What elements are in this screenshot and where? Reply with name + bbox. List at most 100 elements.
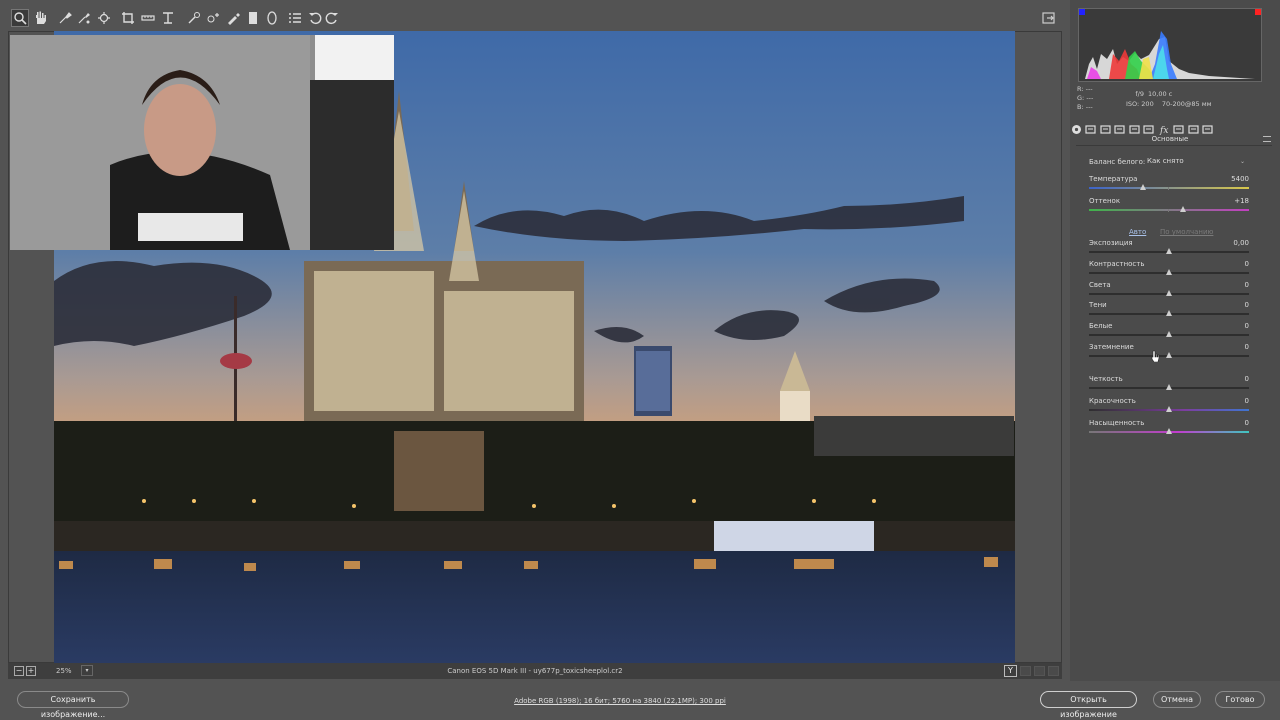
white-balance-label: Баланс белого: bbox=[1089, 158, 1146, 166]
tone-curve-tab-icon[interactable] bbox=[1085, 120, 1096, 134]
shadow-clip-icon bbox=[1079, 9, 1085, 15]
presets-list-icon[interactable] bbox=[287, 10, 303, 26]
tint-value[interactable]: +18 bbox=[1209, 197, 1249, 205]
saturation-label: Насыщенность bbox=[1089, 419, 1145, 427]
temperature-value[interactable]: 5400 bbox=[1209, 175, 1249, 183]
graduated-filter-icon[interactable] bbox=[245, 10, 261, 26]
zoom-icon[interactable] bbox=[11, 9, 29, 27]
highlight-clip-icon bbox=[1255, 9, 1261, 15]
cancel-button[interactable]: Отмена bbox=[1153, 691, 1201, 708]
rotate-ccw-icon[interactable] bbox=[307, 10, 323, 26]
open-image-button[interactable]: Открыть изображение bbox=[1040, 691, 1137, 719]
exposure-thumb[interactable] bbox=[1166, 248, 1172, 254]
saturation-slider[interactable]: Насыщенность 0 bbox=[1089, 419, 1249, 437]
shadows-value[interactable]: 0 bbox=[1209, 301, 1249, 309]
whites-label: Белые bbox=[1089, 322, 1113, 330]
vibrance-value[interactable]: 0 bbox=[1209, 397, 1249, 405]
hand-cursor-icon bbox=[1150, 347, 1160, 363]
camera-raw-window: − + 25% ▾ Canon EOS 5D Mark III - uy677p… bbox=[0, 0, 1280, 720]
panel-menu-icon[interactable] bbox=[1263, 136, 1271, 142]
temperature-slider[interactable]: Температура 5400 bbox=[1089, 175, 1249, 193]
highlights-value[interactable]: 0 bbox=[1209, 281, 1249, 289]
whites-thumb[interactable] bbox=[1166, 331, 1172, 337]
spot-removal-icon[interactable] bbox=[186, 10, 202, 26]
divider bbox=[1076, 145, 1272, 146]
camera-info: f/9 10,00 с ISO: 200 70-200@85 мм bbox=[1126, 90, 1212, 108]
toggle-fullscreen-icon[interactable] bbox=[1042, 10, 1058, 26]
basic-tab-icon[interactable] bbox=[1071, 120, 1082, 134]
blacks-slider[interactable]: Затемнение 0 bbox=[1089, 343, 1249, 361]
default-link[interactable]: По умолчанию bbox=[1160, 228, 1213, 236]
tint-thumb[interactable] bbox=[1180, 206, 1187, 212]
temperature-track[interactable] bbox=[1089, 187, 1249, 189]
before-after-swap-icon[interactable] bbox=[1020, 666, 1031, 676]
split-toning-tab-icon[interactable] bbox=[1129, 120, 1140, 134]
white-balance-icon[interactable] bbox=[57, 10, 73, 26]
chevron-down-icon: ⌄ bbox=[1239, 158, 1245, 165]
white-balance-select[interactable]: Как снято ⌄ bbox=[1144, 156, 1248, 167]
webcam-overlay bbox=[10, 35, 394, 250]
tint-center-tick bbox=[1168, 209, 1169, 212]
svg-text:fx: fx bbox=[1159, 126, 1168, 135]
rotate-cw-icon[interactable] bbox=[324, 10, 340, 26]
detail-tab-icon[interactable] bbox=[1100, 120, 1111, 134]
done-button[interactable]: Готово bbox=[1215, 691, 1265, 708]
saturation-value[interactable]: 0 bbox=[1209, 419, 1249, 427]
saturation-thumb[interactable] bbox=[1166, 428, 1172, 434]
contrast-value[interactable]: 0 bbox=[1209, 260, 1249, 268]
adjustments-panel: R: --- G: --- B: --- f/9 10,00 с ISO: 200… bbox=[1070, 0, 1280, 681]
before-after-toggle-button[interactable]: Y bbox=[1004, 665, 1017, 677]
camera-calibration-tab-icon[interactable] bbox=[1173, 120, 1184, 134]
temperature-thumb[interactable] bbox=[1140, 184, 1147, 190]
color-sampler-icon[interactable] bbox=[76, 10, 92, 26]
adjustment-brush-icon[interactable] bbox=[225, 10, 241, 26]
highlights-thumb[interactable] bbox=[1166, 290, 1172, 296]
tint-slider[interactable]: Оттенок +18 bbox=[1089, 197, 1249, 215]
hsl-tab-icon[interactable] bbox=[1114, 120, 1125, 134]
presets-tab-icon[interactable] bbox=[1188, 120, 1199, 134]
toggle-default-icon[interactable] bbox=[1048, 666, 1059, 676]
exposure-slider[interactable]: Экспозиция 0,00 bbox=[1089, 239, 1249, 257]
blacks-value[interactable]: 0 bbox=[1209, 343, 1249, 351]
shadows-slider[interactable]: Тени 0 bbox=[1089, 301, 1249, 319]
whites-slider[interactable]: Белые 0 bbox=[1089, 322, 1249, 340]
bottom-bar: Сохранить изображение... Adobe RGB (1998… bbox=[0, 681, 1280, 720]
canvas-status-bar: − + 25% ▾ Canon EOS 5D Mark III - uy677p… bbox=[8, 663, 1062, 679]
targeted-adjust-icon[interactable] bbox=[96, 10, 112, 26]
blacks-thumb[interactable] bbox=[1166, 352, 1172, 358]
shadows-thumb[interactable] bbox=[1166, 310, 1172, 316]
lens-tab-icon[interactable] bbox=[1143, 120, 1154, 134]
straighten-icon[interactable] bbox=[140, 10, 156, 26]
histogram bbox=[1078, 8, 1262, 82]
temperature-center-tick bbox=[1168, 187, 1169, 190]
exposure-value[interactable]: 0,00 bbox=[1209, 239, 1249, 247]
section-title: Основные bbox=[1151, 135, 1189, 143]
highlights-slider[interactable]: Света 0 bbox=[1089, 281, 1249, 299]
auto-link[interactable]: Авто bbox=[1129, 228, 1146, 236]
exposure-label: Экспозиция bbox=[1089, 239, 1133, 247]
clarity-slider[interactable]: Четкость 0 bbox=[1089, 375, 1249, 393]
copy-settings-icon[interactable] bbox=[1034, 666, 1045, 676]
vibrance-thumb[interactable] bbox=[1166, 406, 1172, 412]
radial-filter-icon[interactable] bbox=[264, 10, 280, 26]
clarity-thumb[interactable] bbox=[1166, 384, 1172, 390]
contrast-thumb[interactable] bbox=[1166, 269, 1172, 275]
vibrance-label: Красочность bbox=[1089, 397, 1136, 405]
effects-tab-icon[interactable]: fx bbox=[1159, 120, 1170, 136]
vibrance-slider[interactable]: Красочность 0 bbox=[1089, 397, 1249, 415]
whites-value[interactable]: 0 bbox=[1209, 322, 1249, 330]
contrast-slider[interactable]: Контрастность 0 bbox=[1089, 260, 1249, 278]
rgb-readout: R: --- G: --- B: --- bbox=[1077, 85, 1094, 111]
crop-icon[interactable] bbox=[120, 10, 136, 26]
blacks-label: Затемнение bbox=[1089, 343, 1134, 351]
transform-icon[interactable] bbox=[160, 10, 176, 26]
red-eye-icon[interactable] bbox=[205, 10, 221, 26]
tint-label: Оттенок bbox=[1089, 197, 1121, 205]
hand-icon[interactable] bbox=[32, 10, 48, 26]
file-name-label: Canon EOS 5D Mark III - uy677p_toxicshee… bbox=[447, 667, 623, 675]
clarity-value[interactable]: 0 bbox=[1209, 375, 1249, 383]
tint-track[interactable] bbox=[1089, 209, 1249, 211]
panel-tabs: fx bbox=[1070, 117, 1280, 136]
snapshots-tab-icon[interactable] bbox=[1202, 120, 1213, 134]
temperature-label: Температура bbox=[1089, 175, 1138, 183]
